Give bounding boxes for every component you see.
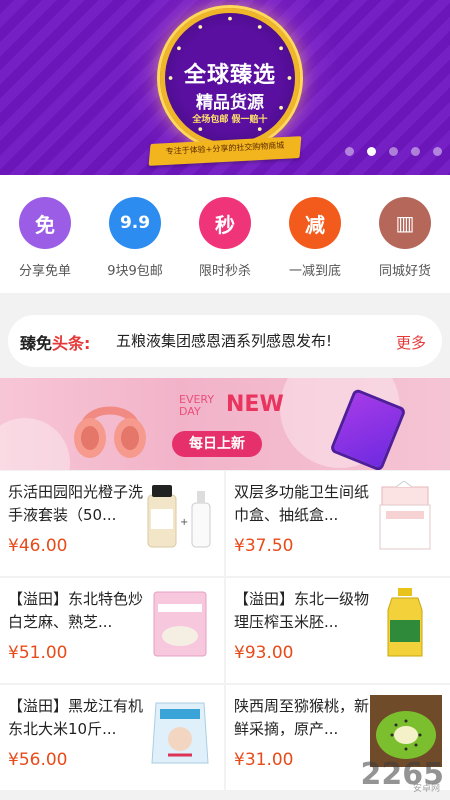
banner-pager bbox=[345, 147, 442, 156]
product-name: 【溢田】东北一级物理压榨玉米胚... bbox=[234, 590, 370, 631]
product-name: 乐活田园阳光橙子洗手液套装（50... bbox=[8, 483, 144, 524]
category-label: 同城好货 bbox=[378, 264, 431, 279]
product-name: 双层多功能卫生间纸巾盒、抽纸盒... bbox=[234, 483, 370, 524]
product-name: 陕西周至猕猴桃，新鲜采摘，原产... bbox=[234, 697, 370, 738]
headline-brand-prefix: 臻免 bbox=[20, 334, 53, 353]
category-discount[interactable]: 减 一减到底 bbox=[270, 197, 360, 279]
nine-nine-icon: 9.9 bbox=[109, 197, 161, 249]
category-label: 分享免单 bbox=[18, 264, 71, 279]
tissue-box-icon bbox=[379, 481, 431, 550]
pager-dot[interactable] bbox=[411, 147, 420, 156]
local-goods-icon: ▥ bbox=[379, 197, 431, 249]
sesame-pack-icon bbox=[153, 591, 207, 657]
category-local-goods[interactable]: ▥ 同城好货 bbox=[360, 197, 450, 279]
product-card[interactable]: 【溢田】东北特色炒白芝麻、熟芝... ¥51.00 bbox=[0, 578, 224, 683]
product-name: 【溢田】东北特色炒白芝麻、熟芝... bbox=[8, 590, 144, 631]
pager-dot-active[interactable] bbox=[367, 147, 376, 156]
category-row: 免 分享免单 9.9 9块9包邮 秒 限时秒杀 减 一减到底 ▥ 同城好货 bbox=[0, 175, 450, 293]
discount-icon: 减 bbox=[289, 197, 341, 249]
category-share-free[interactable]: 免 分享免单 bbox=[0, 197, 90, 279]
banner-subtitle: 精品货源 bbox=[196, 93, 264, 113]
headline-text[interactable]: 五粮液集团感恩酒系列感恩发布! bbox=[116, 330, 332, 351]
watermark-sub: 安卓网 bbox=[412, 784, 440, 794]
banner-title: 全球臻选 bbox=[183, 63, 276, 88]
category-flash-sale[interactable]: 秒 限时秒杀 bbox=[180, 197, 270, 279]
banner-badge: 全球臻选 精品货源 全场包邮 假一赔十 bbox=[160, 8, 300, 148]
promo-decoration bbox=[0, 418, 70, 470]
promo-every-day: EVERY DAY bbox=[179, 394, 214, 418]
category-label: 限时秒杀 bbox=[198, 264, 251, 279]
product-price: ¥37.50 bbox=[234, 536, 294, 556]
promo-day: DAY bbox=[179, 405, 201, 418]
pager-dot[interactable] bbox=[345, 147, 354, 156]
promo-daily-new-label: 每日上新 bbox=[172, 431, 262, 457]
product-price: ¥51.00 bbox=[8, 643, 68, 663]
rice-bag-icon bbox=[151, 702, 209, 764]
svg-text:+: + bbox=[180, 517, 188, 528]
headline-bar[interactable]: 臻免头条: 五粮液集团感恩酒系列感恩发布! 更多 bbox=[8, 315, 442, 367]
product-card[interactable]: 【溢田】黑龙江有机东北大米10斤... ¥56.00 bbox=[0, 685, 224, 790]
category-label: 9块9包邮 bbox=[107, 264, 163, 279]
product-card[interactable]: 乐活田园阳光橙子洗手液套装（50... ¥46.00 + bbox=[0, 471, 224, 576]
pager-dot[interactable] bbox=[389, 147, 398, 156]
category-label: 一减到底 bbox=[288, 264, 341, 279]
oil-bottle-icon bbox=[387, 588, 423, 657]
daily-new-banner[interactable]: EVERY DAY NEW 每日上新 bbox=[0, 378, 450, 470]
banner-tagline: 全场包邮 假一赔十 bbox=[192, 115, 268, 125]
product-price: ¥56.00 bbox=[8, 750, 68, 770]
category-nine-nine[interactable]: 9.9 9块9包邮 bbox=[90, 197, 180, 279]
product-price: ¥93.00 bbox=[234, 643, 294, 663]
promo-new: NEW bbox=[226, 392, 284, 417]
headphone-icon bbox=[74, 406, 146, 458]
flash-sale-icon: 秒 bbox=[199, 197, 251, 249]
product-price: ¥31.00 bbox=[234, 750, 294, 770]
pager-dot[interactable] bbox=[433, 147, 442, 156]
headline-more-link[interactable]: 更多 bbox=[396, 332, 426, 353]
headline-brand-accent: 头条: bbox=[52, 334, 91, 353]
free-icon: 免 bbox=[19, 197, 71, 249]
top-banner[interactable]: 全球臻选 精品货源 全场包邮 假一赔十 专注于体验+分享的社交购物商城 bbox=[0, 0, 450, 175]
product-card[interactable]: 双层多功能卫生间纸巾盒、抽纸盒... ¥37.50 bbox=[226, 471, 450, 576]
headline-brand: 臻免头条: bbox=[20, 330, 90, 354]
app-screen: 全球臻选 精品货源 全场包邮 假一赔十 专注于体验+分享的社交购物商城 免 分享… bbox=[0, 0, 450, 800]
product-name: 【溢田】黑龙江有机东北大米10斤... bbox=[8, 697, 144, 738]
product-price: ¥46.00 bbox=[8, 536, 68, 556]
bottle-icon: + bbox=[147, 485, 211, 548]
product-card[interactable]: 【溢田】东北一级物理压榨玉米胚... ¥93.00 bbox=[226, 578, 450, 683]
